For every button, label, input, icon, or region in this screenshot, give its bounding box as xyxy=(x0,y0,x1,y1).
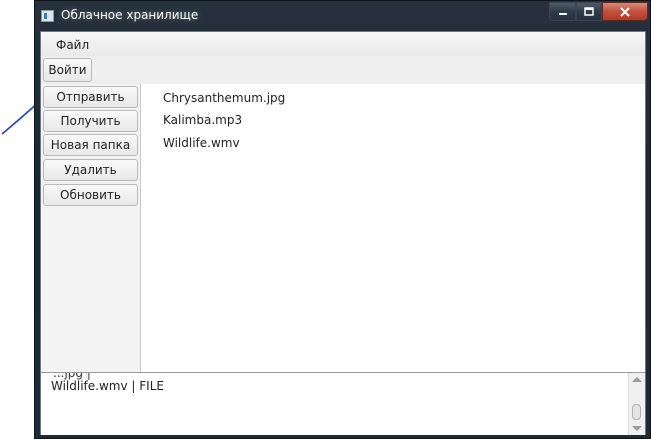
receive-button[interactable]: Получить xyxy=(43,110,138,132)
action-sidebar: Отправить Получить Новая папка Удалить О… xyxy=(41,84,141,372)
new-folder-button[interactable]: Новая папка xyxy=(43,134,138,156)
minimize-button[interactable] xyxy=(549,2,576,21)
toolbar: Войти xyxy=(41,56,645,85)
title-bar[interactable]: Облачное хранилище xyxy=(35,1,650,31)
list-item[interactable]: Wildlife.wmv xyxy=(163,136,240,150)
delete-button[interactable]: Удалить xyxy=(43,159,138,181)
maximize-icon xyxy=(584,7,594,16)
close-button[interactable] xyxy=(602,2,648,21)
app-window: Облачное хранилище Файл Войти Отправить … xyxy=(34,0,651,439)
app-window-icon xyxy=(41,10,54,22)
scroll-up-icon[interactable] xyxy=(632,377,642,382)
scroll-down-icon[interactable] xyxy=(632,426,642,431)
refresh-button[interactable]: Обновить xyxy=(43,184,138,206)
close-icon xyxy=(620,6,630,17)
client-area: Файл Войти Отправить Получить Новая папк… xyxy=(40,31,646,435)
log-last-line: Wildlife.wmv | FILE xyxy=(51,379,164,393)
maximize-button[interactable] xyxy=(576,2,602,21)
login-button[interactable]: Войти xyxy=(43,58,92,82)
menu-file[interactable]: Файл xyxy=(56,38,89,52)
list-item[interactable]: Kalimba.mp3 xyxy=(163,113,242,127)
window-title: Облачное хранилище xyxy=(61,8,199,22)
minimize-icon xyxy=(558,12,567,15)
menu-bar: Файл xyxy=(41,32,645,57)
log-textarea[interactable]: ...jpg | Wildlife.wmv | FILE xyxy=(41,372,645,435)
list-item[interactable]: Chrysanthemum.jpg xyxy=(163,91,285,105)
window-controls xyxy=(549,2,648,22)
file-list[interactable]: Chrysanthemum.jpg Kalimba.mp3 Wildlife.w… xyxy=(141,84,645,372)
log-scrollbar[interactable] xyxy=(628,373,645,435)
scroll-thumb[interactable] xyxy=(632,404,641,420)
send-button[interactable]: Отправить xyxy=(43,86,138,108)
